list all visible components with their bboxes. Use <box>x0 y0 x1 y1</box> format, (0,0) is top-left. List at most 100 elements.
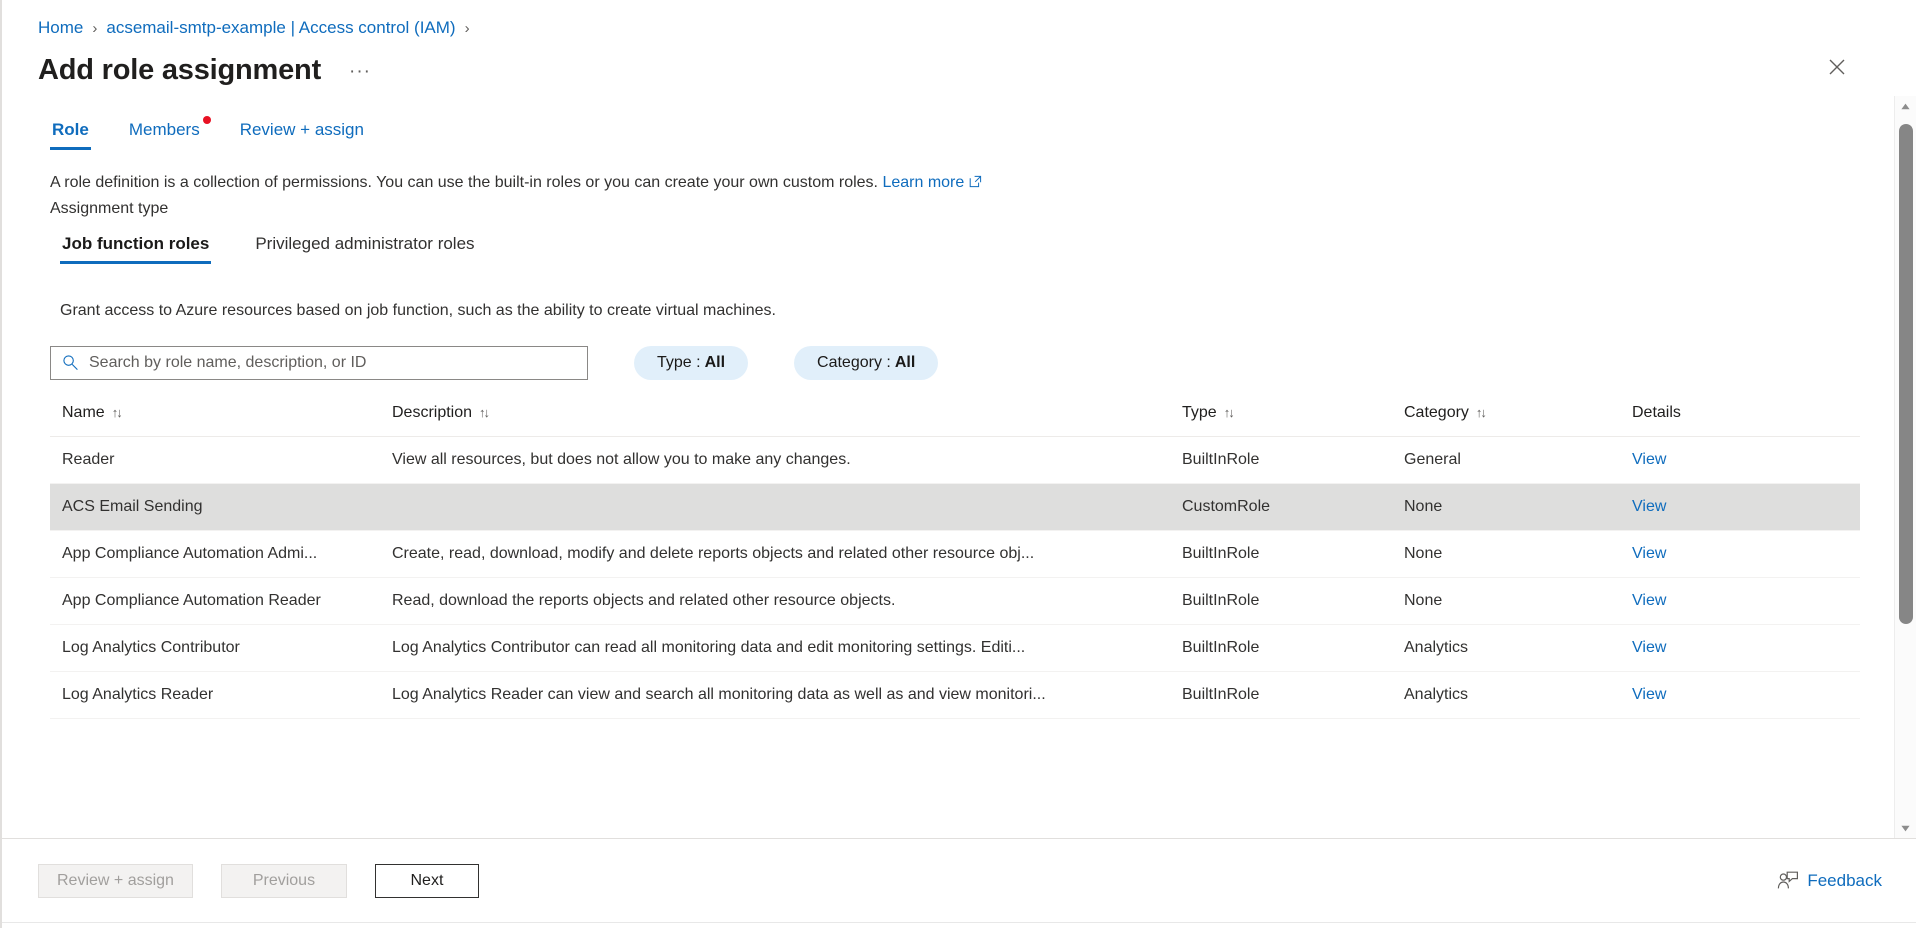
next-button[interactable]: Next <box>374 863 479 898</box>
cell-role-name: Log Analytics Reader <box>50 671 380 719</box>
add-role-assignment-blade: Home › acsemail-smtp-example | Access co… <box>0 0 1916 928</box>
search-icon <box>62 354 79 371</box>
tab-review-assign-label: Review + assign <box>239 120 364 139</box>
table-row[interactable]: Log Analytics Contributor Log Analytics C… <box>50 624 1860 672</box>
cell-role-category: None <box>1392 577 1620 625</box>
table-row[interactable]: Log Analytics Reader Log Analytics Reader… <box>50 671 1860 719</box>
cell-role-details: View <box>1620 436 1860 484</box>
breadcrumb: Home › acsemail-smtp-example | Access co… <box>2 0 1916 40</box>
roles-table-head: Name ↑↓ Description ↑↓ Type ↑↓ Category ↑↓ D <box>50 397 1860 437</box>
feedback-button[interactable]: Feedback <box>1771 867 1888 895</box>
breadcrumb-separator-icon: › <box>92 19 98 37</box>
search-input[interactable] <box>87 352 579 373</box>
breadcrumb-item-access-control[interactable]: acsemail-smtp-example | Access control (… <box>106 18 455 38</box>
cell-role-type: BuiltInRole <box>1170 530 1392 578</box>
cell-role-category: None <box>1392 530 1620 578</box>
tab-members-label: Members <box>128 120 200 139</box>
tab-members[interactable]: Members <box>127 116 211 150</box>
tab-role-label: Role <box>52 120 89 139</box>
column-header-name[interactable]: Name ↑↓ <box>50 397 380 437</box>
bottom-strip <box>2 922 1916 928</box>
vertical-scrollbar[interactable] <box>1894 96 1916 838</box>
cell-role-name: Log Analytics Contributor <box>50 624 380 672</box>
sort-icon-type: ↑↓ <box>1223 404 1235 420</box>
table-row[interactable]: Reader View all resources, but does not a… <box>50 436 1860 484</box>
column-header-category-label: Category <box>1404 403 1469 421</box>
column-header-details-label: Details <box>1632 403 1681 421</box>
close-button[interactable] <box>1820 50 1854 84</box>
view-details-link[interactable]: View <box>1632 592 1666 609</box>
table-row[interactable]: App Compliance Automation Admi... Create,… <box>50 530 1860 578</box>
cell-role-category: General <box>1392 436 1620 484</box>
cell-role-category: None <box>1392 483 1620 531</box>
blade-content: Role Members Review + assign A role defi… <box>2 96 1894 838</box>
filter-category-label: Category : <box>817 353 891 371</box>
sort-icon-category: ↑↓ <box>1475 404 1487 420</box>
breadcrumb-item-home[interactable]: Home <box>38 18 83 38</box>
cell-role-category: Analytics <box>1392 671 1620 719</box>
assignment-type-label: Assignment type <box>50 199 169 217</box>
cell-role-details: View <box>1620 624 1860 672</box>
roles-table: Name ↑↓ Description ↑↓ Type ↑↓ Category ↑↓ D <box>50 397 1860 719</box>
grant-access-text: Grant access to Azure resources based on… <box>60 301 776 319</box>
cell-role-description: View all resources, but does not allow y… <box>380 436 1170 484</box>
cell-role-description: Log Analytics Reader can view and search… <box>380 671 1170 719</box>
more-options-button[interactable]: ··· <box>343 58 377 85</box>
role-description-text: A role definition is a collection of per… <box>50 174 878 191</box>
view-details-link[interactable]: View <box>1632 639 1666 656</box>
cell-role-name: ACS Email Sending <box>50 483 380 531</box>
column-header-type-label: Type <box>1182 403 1217 421</box>
cell-role-description: Create, read, download, modify and delet… <box>380 530 1170 578</box>
table-header-row: Name ↑↓ Description ↑↓ Type ↑↓ Category ↑↓ D <box>50 397 1860 437</box>
scroll-down-button[interactable] <box>1895 818 1916 838</box>
search-box[interactable] <box>50 345 588 380</box>
filter-type-pill[interactable]: Type : All <box>634 345 749 380</box>
learn-more-link[interactable]: Learn more <box>882 174 964 191</box>
cell-role-type: BuiltInRole <box>1170 577 1392 625</box>
chevron-up-icon <box>1901 103 1910 109</box>
tab-role[interactable]: Role <box>50 120 91 150</box>
filter-type-label: Type : <box>657 353 701 371</box>
external-link-icon <box>969 173 982 196</box>
tab-privileged-administrator-roles-label: Privileged administrator roles <box>255 233 475 253</box>
column-header-details: Details <box>1620 397 1860 437</box>
view-details-link[interactable]: View <box>1632 545 1666 562</box>
feedback-label: Feedback <box>1807 870 1882 890</box>
blade-footer: Review + assign Previous Next Feedback <box>2 838 1916 922</box>
filter-type-value: All <box>704 353 726 371</box>
table-row[interactable]: ACS Email Sending CustomRole None View <box>50 483 1860 531</box>
cell-role-type: BuiltInRole <box>1170 624 1392 672</box>
cell-role-name: App Compliance Automation Admi... <box>50 530 380 578</box>
tab-privileged-administrator-roles[interactable]: Privileged administrator roles <box>253 234 476 264</box>
assignment-type-tabs: Job function roles Privileged administra… <box>2 234 1894 274</box>
breadcrumb-separator-icon-2: › <box>464 19 470 37</box>
cell-role-type: BuiltInRole <box>1170 436 1392 484</box>
cell-role-name: Reader <box>50 436 380 484</box>
page-title: Add role assignment <box>38 54 322 87</box>
filter-category-pill[interactable]: Category : All <box>794 345 939 380</box>
cell-role-description: Read, download the reports objects and r… <box>380 577 1170 625</box>
scrollbar-thumb[interactable] <box>1899 124 1913 624</box>
previous-button[interactable]: Previous <box>220 863 347 898</box>
review-assign-button[interactable]: Review + assign <box>38 863 193 898</box>
view-details-link[interactable]: View <box>1632 686 1666 703</box>
column-header-category[interactable]: Category ↑↓ <box>1392 397 1620 437</box>
role-description: A role definition is a collection of per… <box>2 172 1894 196</box>
sort-icon-name: ↑↓ <box>111 404 123 420</box>
scroll-up-button[interactable] <box>1895 96 1916 116</box>
cell-role-details: View <box>1620 530 1860 578</box>
filter-category-value: All <box>894 353 916 371</box>
view-details-link[interactable]: View <box>1632 451 1666 468</box>
pivot-tabs: Role Members Review + assign <box>2 116 1894 162</box>
tab-review-assign[interactable]: Review + assign <box>238 120 366 150</box>
tab-job-function-roles[interactable]: Job function roles <box>60 234 212 264</box>
table-row[interactable]: App Compliance Automation Reader Read, do… <box>50 577 1860 625</box>
content-wrap: Role Members Review + assign A role defi… <box>2 96 1916 838</box>
roles-table-body: Reader View all resources, but does not a… <box>50 436 1860 719</box>
column-header-description[interactable]: Description ↑↓ <box>380 397 1170 437</box>
column-header-type[interactable]: Type ↑↓ <box>1170 397 1392 437</box>
view-details-link[interactable]: View <box>1632 498 1666 515</box>
cell-role-type: CustomRole <box>1170 483 1392 531</box>
title-row: Add role assignment ··· <box>2 40 1916 96</box>
cell-role-type: BuiltInRole <box>1170 671 1392 719</box>
